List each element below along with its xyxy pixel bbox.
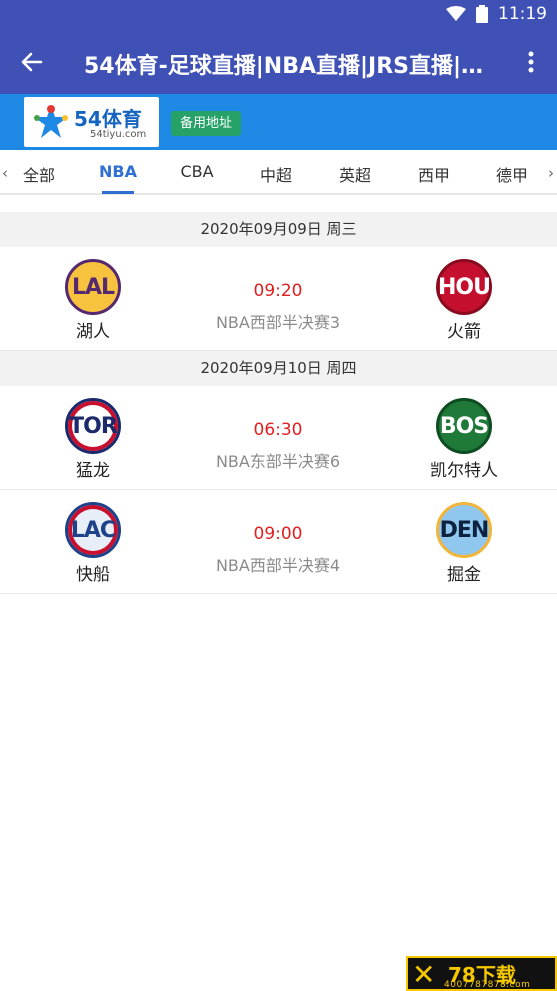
wifi-icon — [446, 6, 466, 21]
team-name: 快船 — [76, 565, 110, 585]
celtics-logo-icon: BOS — [436, 398, 492, 454]
match-time: 06:30 — [253, 420, 303, 440]
away-team[interactable]: BOS 凯尔特人 — [404, 398, 524, 481]
match-time: 09:20 — [253, 281, 303, 301]
match-league: NBA东部半决赛6 — [215, 452, 341, 471]
tab-epl[interactable]: 英超 — [325, 162, 385, 186]
match-row[interactable]: LAC 快船 09:00 NBA西部半决赛4 DEN 掘金 — [0, 490, 557, 594]
tab-csl[interactable]: 中超 — [246, 162, 306, 186]
tab-nba[interactable]: NBA — [88, 162, 148, 181]
match-league: NBA西部半决赛4 — [215, 556, 341, 575]
watermark-subtext: 4007787878.com — [444, 980, 531, 990]
backup-address-button[interactable]: 备用地址 — [171, 111, 242, 136]
rockets-logo-icon: HOU — [436, 259, 492, 315]
more-vertical-icon — [528, 51, 534, 73]
match-league: NBA西部半决赛3 — [215, 313, 341, 332]
home-team[interactable]: LAC 快船 — [33, 502, 153, 585]
nuggets-logo-icon: DEN — [436, 502, 492, 558]
home-team[interactable]: LAL 湖人 — [33, 259, 153, 342]
active-tab-indicator — [102, 191, 134, 194]
chevron-left-icon[interactable]: ‹ — [2, 164, 8, 182]
back-button[interactable] — [14, 44, 50, 80]
tab-bundesliga[interactable]: 德甲 — [482, 162, 542, 186]
team-name: 掘金 — [447, 565, 481, 585]
team-name: 猛龙 — [76, 461, 110, 481]
tab-cba[interactable]: CBA — [167, 162, 227, 181]
team-name: 火箭 — [447, 322, 481, 342]
date-header: 2020年09月10日 周四 — [0, 351, 557, 386]
team-name: 凯尔特人 — [430, 461, 498, 481]
watermark-logo: ✕ 78下载 4007787878.com — [406, 956, 557, 991]
tab-all[interactable]: 全部 — [9, 162, 69, 186]
star-logo-icon — [34, 105, 68, 138]
site-banner: 54体育 54tiyu.com 备用地址 — [0, 94, 557, 150]
site-logo[interactable]: 54体育 54tiyu.com — [24, 97, 159, 147]
more-menu-button[interactable] — [517, 44, 545, 80]
page-title: 54体育-足球直播|NBA直播|JRS直播|低... — [84, 54, 504, 79]
status-icons: 11:19 — [446, 4, 547, 24]
away-team[interactable]: HOU 火箭 — [404, 259, 524, 342]
home-team[interactable]: TOR 猛龙 — [33, 398, 153, 481]
match-list: 2020年09月09日 周三 LAL 湖人 09:20 NBA西部半决赛3 HO… — [0, 212, 557, 594]
battery-icon — [476, 5, 488, 23]
away-team[interactable]: DEN 掘金 — [404, 502, 524, 585]
status-time: 11:19 — [498, 4, 547, 24]
x-icon: ✕ — [412, 958, 436, 991]
match-row[interactable]: TOR 猛龙 06:30 NBA东部半决赛6 BOS 凯尔特人 — [0, 386, 557, 490]
match-row[interactable]: LAL 湖人 09:20 NBA西部半决赛3 HOU 火箭 — [0, 247, 557, 351]
team-name: 湖人 — [76, 322, 110, 342]
match-time: 09:00 — [253, 524, 303, 544]
status-bar: 11:19 — [0, 0, 557, 30]
raptors-logo-icon: TOR — [65, 398, 121, 454]
clippers-logo-icon: LAC — [65, 502, 121, 558]
chevron-right-icon[interactable]: › — [548, 164, 554, 182]
date-header: 2020年09月09日 周三 — [0, 212, 557, 247]
lakers-logo-icon: LAL — [65, 259, 121, 315]
arrow-left-icon — [21, 52, 43, 72]
tab-laliga[interactable]: 西甲 — [404, 162, 464, 186]
league-tabs: ‹ 全部 NBA CBA 中超 英超 西甲 德甲 › — [0, 150, 557, 195]
logo-text: 54体育 — [74, 107, 142, 131]
logo-subtext: 54tiyu.com — [90, 129, 147, 140]
app-bar: 54体育-足球直播|NBA直播|JRS直播|低... — [0, 30, 557, 94]
